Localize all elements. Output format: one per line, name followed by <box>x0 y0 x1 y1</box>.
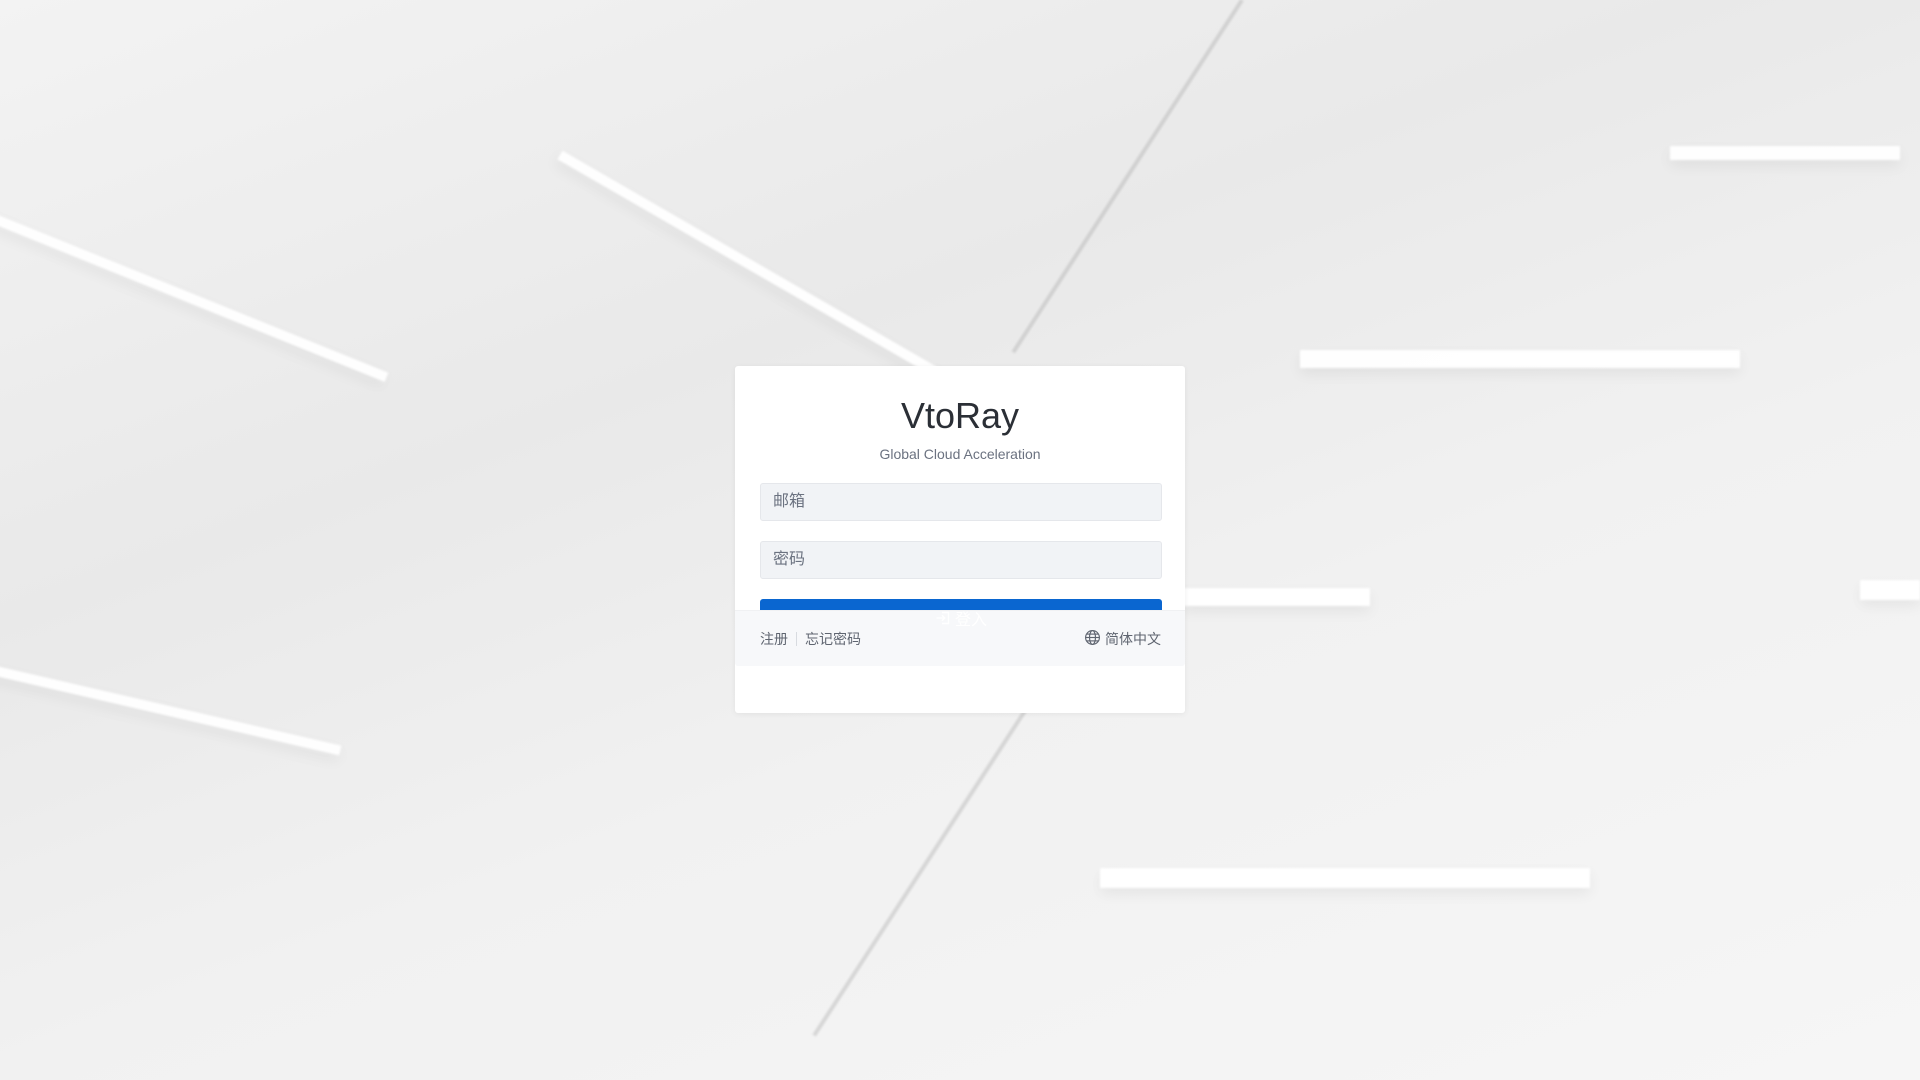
brand-subtitle: Global Cloud Acceleration <box>879 446 1041 462</box>
background-edge <box>812 698 1034 1037</box>
login-card: VtoRay Global Cloud Acceleration 登入 注册 忘… <box>735 366 1185 713</box>
background-light-beam <box>1100 868 1590 888</box>
email-field[interactable] <box>760 483 1162 521</box>
login-button-label: 登入 <box>954 611 987 629</box>
background-edge <box>1011 0 1244 354</box>
language-selector[interactable]: 简体中文 <box>1084 629 1161 649</box>
login-form: VtoRay Global Cloud Acceleration 登入 <box>735 366 1185 636</box>
forgot-password-link[interactable]: 忘记密码 <box>805 629 861 649</box>
login-arrow-icon <box>935 610 951 626</box>
brand-title: VtoRay <box>900 395 1020 436</box>
background-light-beam <box>1860 580 1920 600</box>
background-light-beam <box>1180 588 1370 606</box>
language-label: 简体中文 <box>1105 630 1161 647</box>
password-field[interactable] <box>760 541 1162 579</box>
background-light-beam <box>1670 146 1900 160</box>
globe-icon <box>1084 629 1101 649</box>
footer-links: 注册 忘记密码 <box>760 629 861 649</box>
link-divider <box>796 631 797 646</box>
background-light-beam <box>0 660 342 756</box>
register-link[interactable]: 注册 <box>760 629 788 649</box>
background-light-beam <box>1300 350 1740 368</box>
background-light-beam <box>0 200 389 382</box>
